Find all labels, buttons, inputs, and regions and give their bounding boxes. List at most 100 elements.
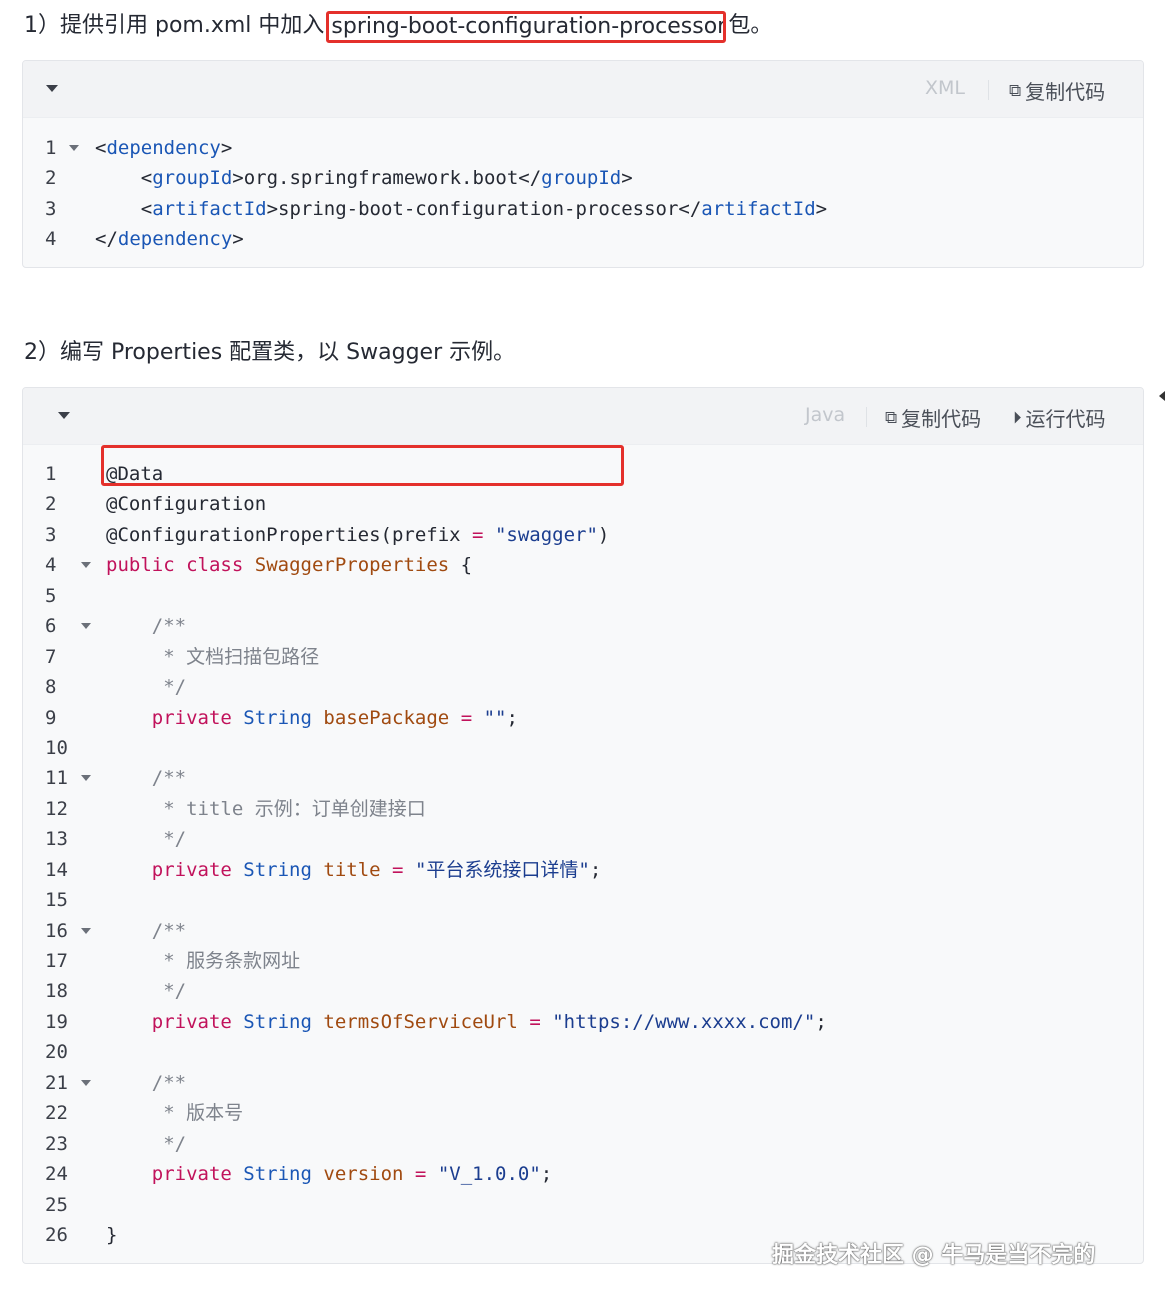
code-token: > <box>621 167 633 190</box>
language-label: XML <box>925 77 965 99</box>
line-number: 16 <box>45 919 68 942</box>
code-token: /** <box>106 767 187 790</box>
code-text: */ <box>106 824 186 854</box>
code-token: artifactId <box>152 197 267 220</box>
line-number: 22 <box>45 1102 68 1125</box>
code-text: <groupId>org.springframework.boot</group… <box>95 163 633 193</box>
line-number: 2 <box>45 493 57 516</box>
code-token: /** <box>106 615 187 638</box>
line-number: 1 <box>45 463 57 485</box>
code-token: > <box>815 197 828 220</box>
code-text: */ <box>106 976 186 1006</box>
code-token: */ <box>106 980 187 1003</box>
code-text: private String title = "平台系统接口详情"; <box>106 855 602 885</box>
line-number: 13 <box>45 828 68 851</box>
code-token: class <box>186 554 244 577</box>
fold-arrow-icon[interactable] <box>69 145 79 151</box>
code-token: } <box>106 1223 118 1246</box>
language-label: Java <box>805 404 846 426</box>
copy-icon: ⧉ <box>885 407 898 428</box>
edge-arrow-icon <box>1159 391 1165 401</box>
code-token: * 文档扫描包路径 <box>106 645 320 668</box>
code-token: "https://www.xxxx.com/" <box>552 1010 816 1033</box>
code-token: * title 示例：订单创建接口 <box>106 797 426 820</box>
code-text: */ <box>106 1129 186 1159</box>
code-text: @Configuration <box>106 489 266 519</box>
copy-code-button[interactable]: ⧉ 复制代码 <box>885 403 981 432</box>
code-token: > <box>232 228 244 251</box>
code-token: groupId <box>152 167 233 190</box>
line-number: 18 <box>45 980 68 1003</box>
code-token: SwaggerProperties <box>254 554 450 577</box>
line-number: 19 <box>45 1010 68 1033</box>
step2-paragraph: 2）编写 Properties 配置类，以 Swagger 示例。 <box>24 340 516 365</box>
collapse-caret-icon[interactable] <box>46 85 58 92</box>
code-text: @ConfigurationProperties(prefix = "swagg… <box>106 520 609 550</box>
line-number: 7 <box>45 645 57 668</box>
line-number: 24 <box>45 1163 68 1186</box>
code-text: * 服务条款网址 <box>106 946 300 976</box>
code-token: /** <box>106 919 187 942</box>
code-text: * 版本号 <box>106 1098 243 1128</box>
code-text: private String termsOfServiceUrl = "http… <box>106 1007 827 1037</box>
line-number: 9 <box>45 706 57 729</box>
code-text: </dependency> <box>95 224 244 254</box>
code-token: * 版本号 <box>106 1102 244 1125</box>
code-token: ; <box>540 1163 553 1186</box>
line-number: 14 <box>45 858 68 881</box>
code-text: * 文档扫描包路径 <box>106 642 319 672</box>
line-number: 2 <box>45 167 57 190</box>
java-code-block: Java ⧉ 复制代码 ⏵ 运行代码 1 @Data 2 @Configuration… <box>22 387 1144 1264</box>
line-number: 10 <box>45 736 68 759</box>
header-divider <box>988 80 989 100</box>
code-token: title <box>323 858 381 881</box>
code-token: "" <box>483 706 507 729</box>
copy-icon: ⧉ <box>1009 80 1022 101</box>
code-text: /** <box>106 1068 186 1098</box>
line-number: 3 <box>45 523 57 546</box>
code-token: ; <box>506 706 518 729</box>
run-code-label: 运行代码 <box>1025 407 1106 431</box>
copy-code-button[interactable]: ⧉ 复制代码 <box>1009 76 1105 105</box>
code-token: ; <box>589 858 602 881</box>
copy-code-label: 复制代码 <box>1025 80 1106 104</box>
code-token: private <box>106 858 232 881</box>
collapse-caret-icon[interactable] <box>58 412 70 419</box>
line-number: 21 <box>45 1071 68 1094</box>
code-text: } <box>106 1220 117 1250</box>
code-token: </ <box>95 228 118 251</box>
code-token: String <box>243 706 312 729</box>
code-token: */ <box>106 828 187 851</box>
fold-arrow-icon[interactable] <box>81 562 91 569</box>
code-token: >spring-boot-configuration-processor</ <box>266 197 702 220</box>
code-token: dependency <box>117 228 233 251</box>
fold-arrow-icon[interactable] <box>81 623 91 630</box>
code-token: "swagger" <box>494 523 598 546</box>
fold-arrow-icon[interactable] <box>81 927 91 934</box>
line-number: 6 <box>45 615 57 638</box>
code-token: = <box>460 706 473 729</box>
run-code-button[interactable]: ⏵ 运行代码 <box>1013 403 1106 432</box>
fold-arrow-icon[interactable] <box>81 1079 91 1086</box>
code-block-header: Java ⧉ 复制代码 ⏵ 运行代码 <box>23 388 1143 445</box>
code-text: <artifactId>spring-boot-configuration-pr… <box>95 194 827 224</box>
fold-arrow-icon[interactable] <box>81 775 91 782</box>
code-token: termsOfServiceUrl <box>323 1010 518 1033</box>
code-text: private String basePackage = ""; <box>106 703 518 733</box>
code-token: ) <box>597 523 610 546</box>
